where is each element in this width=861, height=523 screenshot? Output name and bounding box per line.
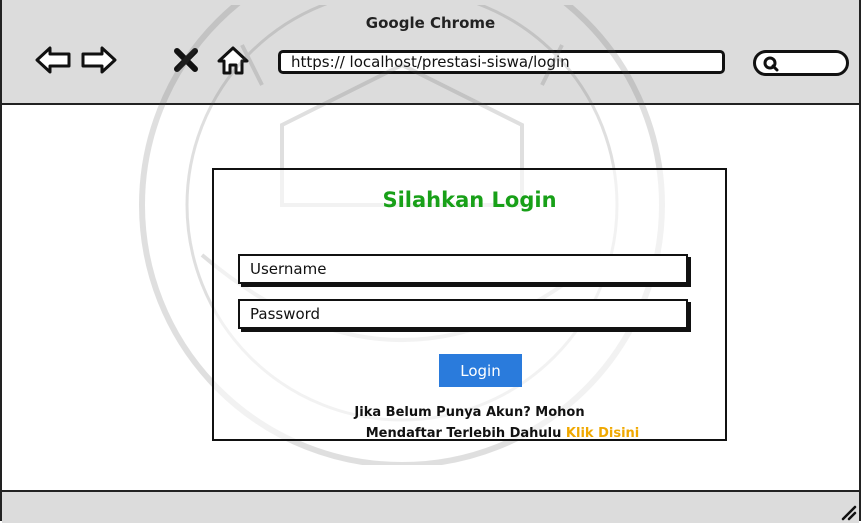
signup-prompt: Jika Belum Punya Akun? Mohon Mendaftar T…: [214, 402, 725, 444]
window-title: Google Chrome: [365, 14, 496, 32]
browser-search-box[interactable]: [753, 50, 849, 76]
back-arrow-icon: [35, 46, 71, 74]
signup-prompt-line2: Mendaftar Terlebih Dahulu: [365, 426, 562, 441]
browser-window: Google Chrome https:// localhost/prestas…: [0, 0, 861, 523]
search-icon: [763, 56, 779, 72]
login-panel: Silahkan Login Login Jika Belum Punya Ak…: [212, 168, 727, 441]
back-button[interactable]: [34, 40, 74, 80]
page-content: Silahkan Login Login Jika Belum Punya Ak…: [2, 5, 859, 490]
username-input[interactable]: [238, 254, 688, 284]
forward-button[interactable]: [78, 40, 118, 80]
home-button[interactable]: [213, 40, 253, 80]
signup-link[interactable]: Klik Disini: [566, 426, 639, 441]
login-title: Silahkan Login: [382, 188, 557, 212]
address-bar[interactable]: https:// localhost/prestasi-siswa/login: [278, 50, 725, 74]
login-button[interactable]: Login: [439, 354, 522, 387]
close-x-icon: [174, 48, 198, 72]
browser-status-bar: [2, 490, 859, 523]
signup-prompt-line1: Jika Belum Punya Akun? Mohon: [354, 405, 585, 420]
signup-prompt-line2-container: Mendaftar Terlebih Dahulu Klik Disini: [214, 423, 725, 444]
resize-grip-icon[interactable]: [839, 503, 857, 521]
forward-arrow-icon: [81, 46, 117, 74]
browser-toolbar: Google Chrome https:// localhost/prestas…: [2, 0, 859, 105]
stop-button[interactable]: [166, 40, 206, 80]
home-icon: [217, 46, 249, 75]
password-input[interactable]: [238, 299, 688, 329]
